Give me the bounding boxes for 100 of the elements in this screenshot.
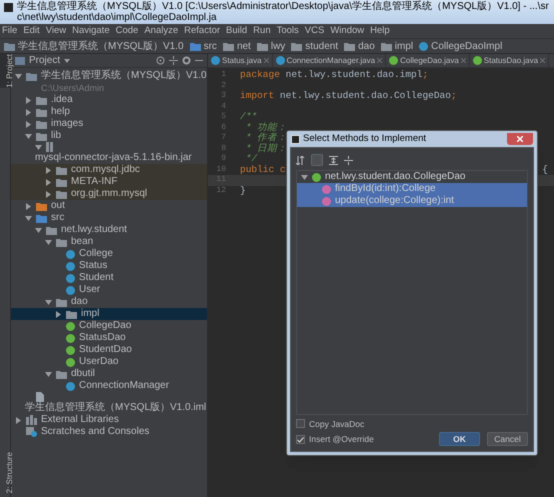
tree-row[interactable]: net.lwy.student.dao.CollegeDao (297, 171, 527, 183)
caret-right-icon[interactable] (25, 202, 32, 210)
caret-down-icon[interactable] (15, 72, 22, 80)
breadcrumb-item[interactable]: 学生信息管理系统（MYSQL版）V1.0 (18, 38, 184, 54)
caret-right-icon[interactable] (45, 166, 52, 174)
caret-down-icon[interactable] (25, 132, 32, 140)
breadcrumb-item[interactable]: net (236, 38, 251, 54)
caret-right-icon[interactable] (55, 310, 62, 318)
menu-item[interactable]: Edit (23, 24, 40, 38)
caret-right-icon[interactable] (15, 416, 22, 424)
tree-row[interactable]: dbutil (11, 368, 207, 380)
collapse-all-icon[interactable] (344, 156, 353, 164)
tree-label: UserDao (79, 356, 118, 368)
tree-row[interactable]: Student (11, 272, 207, 284)
caret-down-icon[interactable] (45, 238, 52, 246)
caret-down-icon[interactable] (35, 226, 42, 234)
editor-tab[interactable]: Status.java (208, 54, 273, 67)
tree-row[interactable]: StatusDao (11, 332, 207, 344)
tree-label: bean (71, 236, 94, 248)
tree-row[interactable]: mysql-connector-java-5.1.16-bin.jar (11, 142, 207, 164)
close-icon[interactable] (377, 58, 382, 63)
editor-tab[interactable]: CollegeDao.java (386, 54, 470, 67)
breadcrumb-item[interactable]: dao (358, 38, 375, 54)
tree-row[interactable]: ConnectionManager (11, 380, 207, 392)
tree-row[interactable]: 学生信息管理系统（MYSQL版）V1.0 C:\Users\Admin (11, 70, 207, 94)
editor-tab[interactable]: StatusDao.java (470, 54, 550, 67)
caret-down-icon[interactable] (64, 58, 70, 62)
tree-row[interactable]: com.mysql.jdbc (11, 164, 207, 176)
checkbox[interactable] (296, 419, 305, 428)
menu-item[interactable]: File (2, 24, 18, 38)
sort-icon[interactable] (296, 156, 305, 164)
caret-down-icon[interactable] (35, 144, 42, 150)
tree-row[interactable]: findById(id:int):College (297, 183, 527, 195)
tree-row[interactable]: update(college:College):int (297, 195, 527, 207)
cancel-button[interactable]: Cancel (487, 432, 528, 446)
caret-down-icon[interactable] (301, 174, 308, 180)
expand-all-icon[interactable] (329, 156, 338, 164)
menu-item[interactable]: Build (226, 24, 248, 38)
menu-item[interactable]: Tools (276, 24, 299, 38)
tree-row[interactable]: Scratches and Consoles (11, 426, 207, 438)
caret-right-icon[interactable] (45, 178, 52, 186)
caret-right-icon[interactable] (45, 190, 52, 198)
tree-row[interactable]: College (11, 248, 207, 260)
tree-row[interactable]: bean (11, 236, 207, 248)
editor-tab[interactable]: ConnectionManager.java (272, 54, 386, 67)
tree-row[interactable]: .idea (11, 94, 207, 106)
close-icon[interactable] (540, 58, 546, 63)
menu-item[interactable]: View (46, 24, 66, 38)
caret-right-icon[interactable] (25, 96, 32, 104)
caret-right-icon[interactable] (25, 120, 32, 128)
tree-row[interactable]: dao (11, 296, 207, 308)
tree-row[interactable]: help (11, 106, 207, 118)
menu-item[interactable]: Run (253, 24, 271, 38)
close-icon (517, 136, 523, 142)
tree-row[interactable]: images (11, 118, 207, 130)
breadcrumb-item[interactable]: student (305, 38, 338, 54)
tree-row[interactable]: UserDao (11, 356, 207, 368)
menu-item[interactable]: Code (116, 24, 138, 38)
caret-down-icon[interactable] (45, 370, 52, 378)
menu-item[interactable]: Refactor (184, 24, 220, 38)
caret-down-icon[interactable] (25, 214, 32, 222)
checkbox-option[interactable]: Insert @Override (296, 433, 374, 446)
tree-row[interactable]: 学生信息管理系统（MYSQL版）V1.0.iml (11, 392, 207, 414)
tree-row[interactable]: META-INF (11, 176, 207, 188)
close-icon[interactable] (264, 58, 269, 63)
ok-button[interactable]: OK (439, 432, 480, 446)
close-icon[interactable] (460, 58, 466, 63)
tree-row[interactable]: out (11, 200, 207, 212)
tree-row[interactable]: impl (11, 308, 207, 320)
toggle-button[interactable] (311, 154, 323, 166)
breadcrumb-item[interactable]: lwy (270, 38, 286, 54)
caret-right-icon[interactable] (25, 108, 32, 116)
caret-down-icon[interactable] (45, 298, 52, 306)
menu-item[interactable]: Analyze (144, 24, 178, 38)
panel-title[interactable]: Project (29, 54, 60, 68)
menu-item[interactable]: Help (370, 24, 390, 38)
tree-row[interactable]: net.lwy.student (11, 224, 207, 236)
tool-window-tab[interactable]: 2: Structure (0, 452, 10, 493)
menu-item[interactable]: VCS (304, 24, 324, 38)
tree-row[interactable]: lib (11, 130, 207, 142)
menu-item[interactable]: Navigate (72, 24, 110, 38)
folder-icon (344, 42, 356, 50)
breadcrumb-item[interactable]: CollegeDaoImpl (431, 38, 502, 54)
tree-row[interactable]: External Libraries (11, 414, 207, 426)
checkbox[interactable] (296, 435, 305, 444)
menu-item[interactable]: Window (330, 24, 364, 38)
breadcrumb-item[interactable]: src (204, 38, 217, 54)
target-icon[interactable] (156, 56, 165, 65)
breadcrumb-item[interactable]: impl (394, 38, 414, 54)
tree-label: net.lwy.student.dao.CollegeDao (325, 171, 466, 183)
tree-row[interactable]: org.gjt.mm.mysql (11, 188, 207, 200)
tree-row[interactable]: User (11, 284, 207, 296)
tree-row[interactable]: StudentDao (11, 344, 207, 356)
tree-row[interactable]: src (11, 212, 207, 224)
tree-row[interactable]: Status (11, 260, 207, 272)
checkbox-option[interactable]: Copy JavaDoc (296, 418, 374, 430)
collapse-icon[interactable] (169, 56, 178, 65)
tree-row[interactable]: CollegeDao (11, 320, 207, 332)
tree-label: StudentDao (79, 344, 132, 356)
close-button[interactable] (507, 133, 533, 145)
